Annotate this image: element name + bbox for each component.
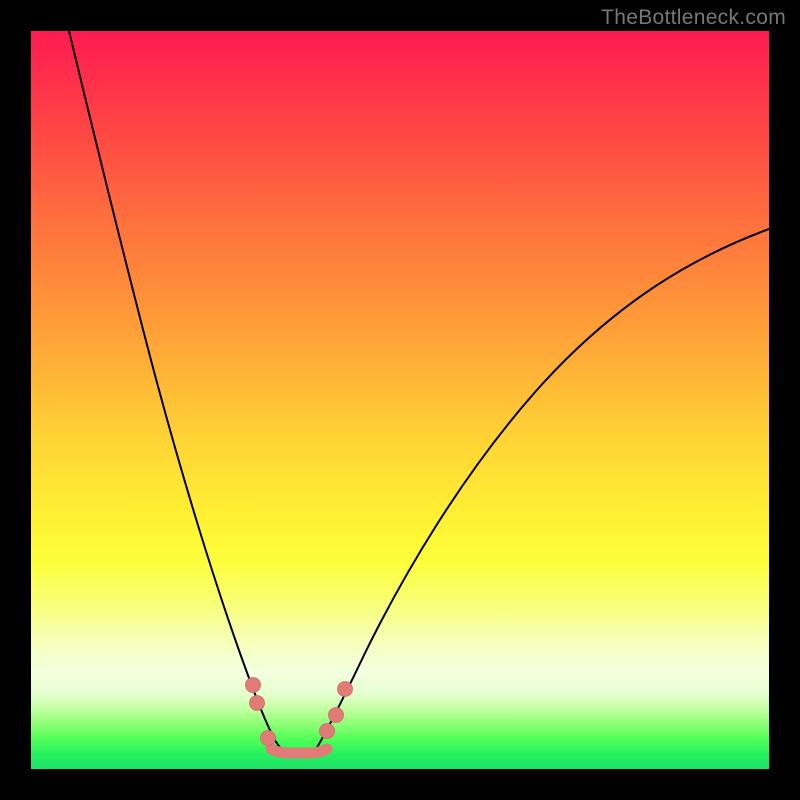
curve-right-branch [316,229,769,749]
marker-dot [261,731,276,746]
valley-bottom-segment [271,749,327,753]
curve-layer [31,31,769,769]
marker-dot [250,696,265,711]
marker-dot [246,678,261,693]
marker-dot [338,682,353,697]
chart-stage: TheBottleneck.com [0,0,800,800]
curve-left-branch [69,31,281,749]
watermark-text: TheBottleneck.com [601,6,786,30]
marker-dot [329,708,344,723]
marker-dot [320,724,335,739]
plot-area [31,31,769,769]
